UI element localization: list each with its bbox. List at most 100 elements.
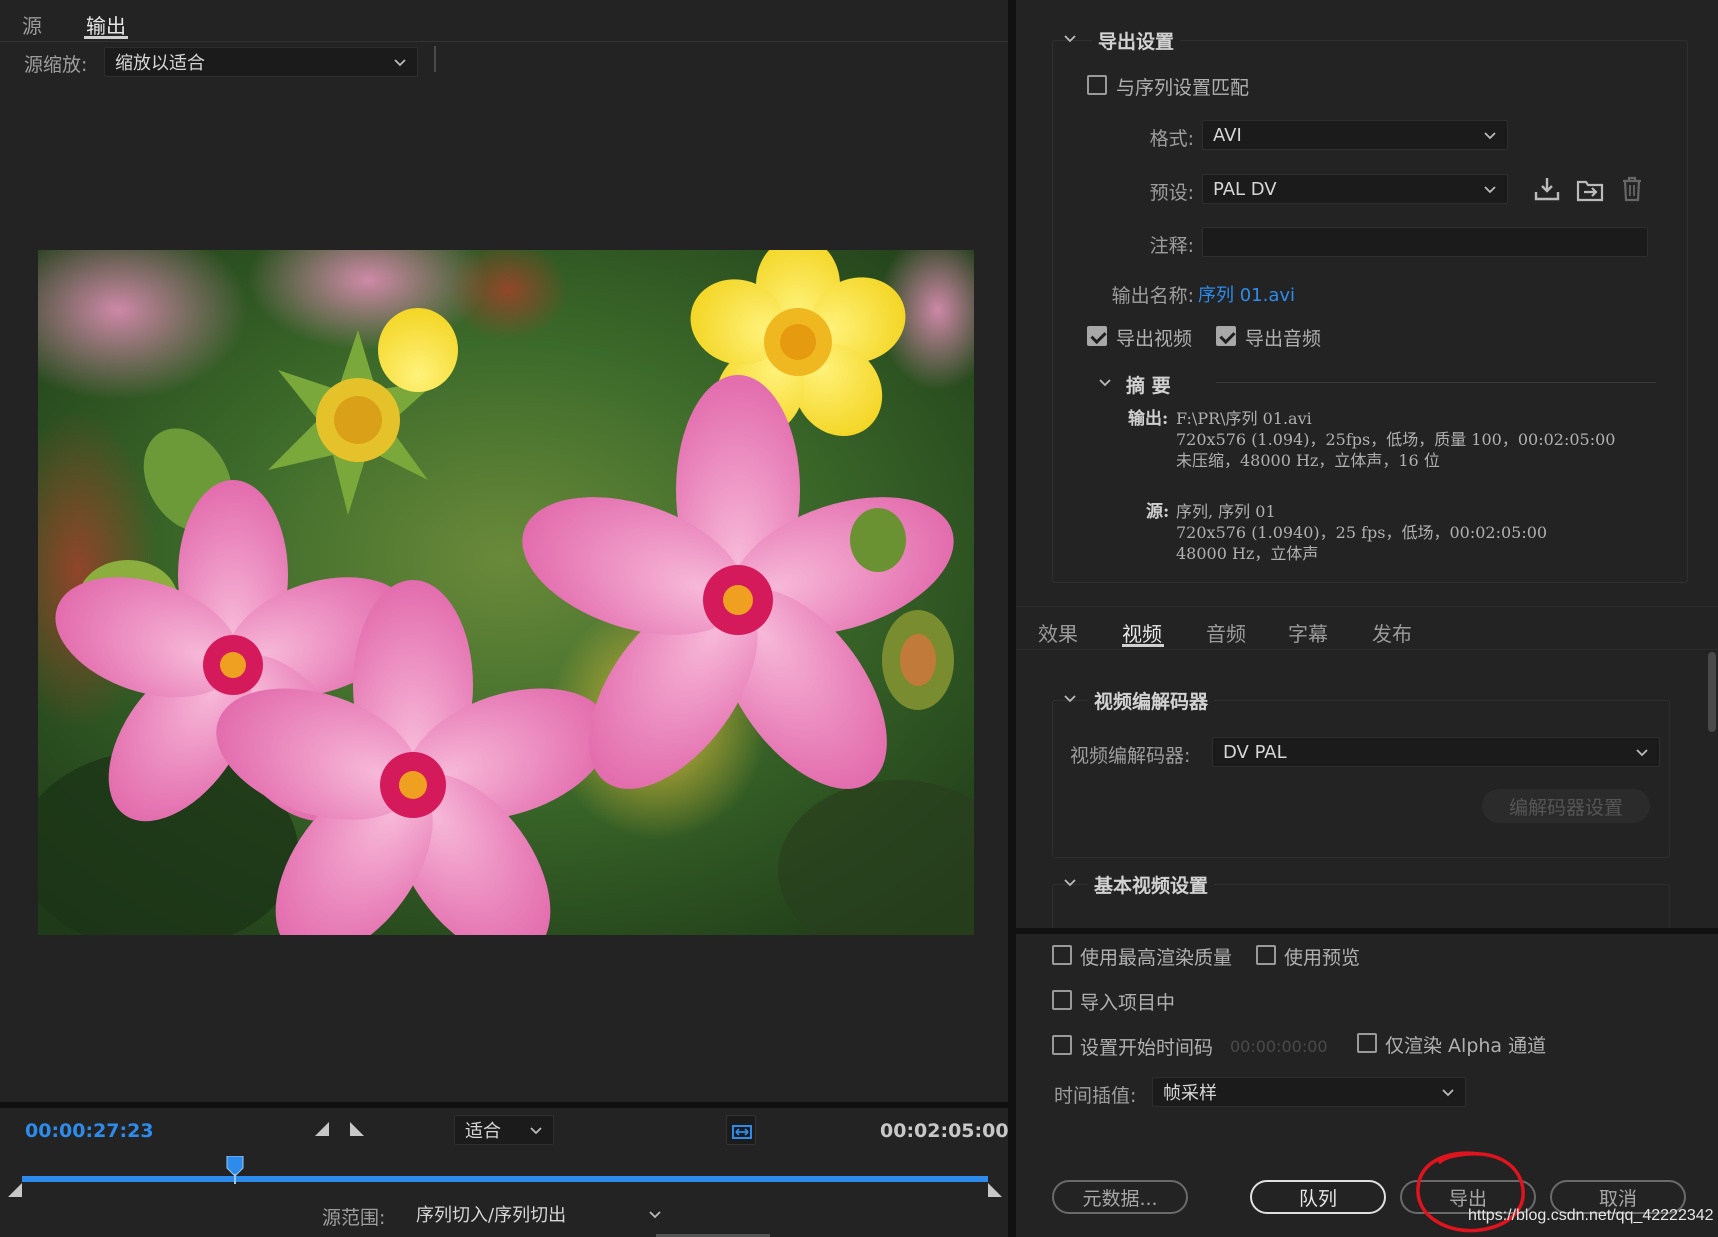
- tab-captions[interactable]: 字幕: [1288, 618, 1328, 647]
- max-render-quality-checkbox[interactable]: [1052, 945, 1072, 965]
- video-codec-title: 视频编解码器: [1088, 687, 1215, 714]
- time-interpolation-value: 帧采样: [1163, 1083, 1217, 1104]
- delete-preset-icon[interactable]: [1620, 176, 1644, 202]
- tabs-top-border: [1016, 606, 1718, 607]
- tab-output[interactable]: 输出: [86, 10, 126, 39]
- summary-title: 摘 要: [1126, 375, 1171, 397]
- fit-value: 适合: [465, 1121, 501, 1142]
- source-range-value: 序列切入/序列切出: [416, 1205, 567, 1226]
- summary-divider: [1216, 382, 1656, 383]
- save-preset-icon[interactable]: [1534, 176, 1560, 202]
- tab-video-underline: [1122, 644, 1164, 647]
- video-codec-dropdown[interactable]: DV PAL: [1212, 737, 1660, 767]
- panel-divider: [1008, 0, 1016, 1237]
- in-point-marker-icon[interactable]: [8, 1183, 24, 1199]
- tab-source[interactable]: 源: [22, 10, 42, 39]
- export-video-label: 导出视频: [1116, 328, 1193, 350]
- output-name-link[interactable]: 序列 01.avi: [1198, 281, 1295, 307]
- use-previews-checkbox[interactable]: [1256, 945, 1276, 965]
- tab-bar-divider: [0, 41, 1008, 42]
- summary-output-key: 输出:: [1128, 409, 1169, 429]
- chevron-down-icon: [1484, 132, 1496, 140]
- start-timecode-value[interactable]: 00:00:00:00: [1230, 1037, 1328, 1056]
- output-preview-image: [38, 250, 974, 935]
- format-value: AVI: [1213, 124, 1242, 146]
- source-range-dropdown[interactable]: 序列切入/序列切出: [405, 1198, 673, 1230]
- export-settings-panel: 导出设置 与序列设置匹配 格式: AVI 预设: PAL DV 注释: 输出名称…: [1016, 0, 1718, 1237]
- tab-publish[interactable]: 发布: [1372, 618, 1412, 647]
- chevron-down-icon: [649, 1211, 661, 1219]
- export-audio-label: 导出音频: [1245, 328, 1322, 350]
- toolbar-separator: [434, 46, 436, 72]
- summary-source-key: 源:: [1146, 502, 1170, 522]
- format-label: 格式:: [1149, 128, 1194, 150]
- summary-source-line: 48000 Hz，立体声: [1176, 544, 1319, 563]
- source-scale-label: 源缩放:: [24, 54, 88, 76]
- fit-dropdown[interactable]: 适合: [454, 1115, 554, 1145]
- chevron-down-icon[interactable]: [1063, 33, 1077, 43]
- video-codec-box: [1052, 700, 1670, 858]
- import-into-project-checkbox[interactable]: [1052, 990, 1072, 1010]
- match-sequence-checkbox[interactable]: [1087, 75, 1107, 95]
- tab-audio[interactable]: 音频: [1206, 618, 1246, 647]
- set-start-timecode-label: 设置开始时间码: [1080, 1037, 1214, 1059]
- preset-label: 预设:: [1149, 182, 1194, 204]
- preset-value: PAL DV: [1213, 178, 1277, 200]
- bottom-divider: [1016, 928, 1718, 934]
- watermark-text: https://blog.csdn.net/qq_42222342: [1468, 1207, 1714, 1224]
- tabs-bottom-border: [1016, 649, 1718, 650]
- timeline-scrub-bar[interactable]: [22, 1176, 988, 1182]
- set-out-point-icon[interactable]: [348, 1120, 366, 1138]
- output-name-label: 输出名称:: [1111, 285, 1194, 307]
- chevron-down-icon: [394, 59, 406, 67]
- time-interpolation-label: 时间插值:: [1054, 1085, 1137, 1107]
- summary-output-line: 未压缩，48000 Hz，立体声，16 位: [1176, 451, 1440, 470]
- set-start-timecode-checkbox[interactable]: [1052, 1035, 1072, 1055]
- source-output-panel: 源 输出 源缩放: 缩放以适合 00:00:27:23 适合 00:02:05:…: [0, 0, 1009, 1237]
- basic-video-title: 基本视频设置: [1088, 871, 1215, 898]
- chevron-down-icon[interactable]: [1063, 877, 1077, 887]
- video-codec-label: 视频编解码器:: [1070, 745, 1191, 767]
- out-point-marker-icon[interactable]: [986, 1183, 1002, 1199]
- source-scale-value: 缩放以适合: [115, 53, 205, 74]
- chevron-down-icon[interactable]: [1098, 377, 1112, 387]
- set-in-point-icon[interactable]: [313, 1120, 331, 1138]
- import-into-project-label: 导入项目中: [1080, 992, 1176, 1014]
- time-interpolation-dropdown[interactable]: 帧采样: [1152, 1077, 1466, 1107]
- aspect-ratio-icon: [732, 1125, 752, 1139]
- chevron-down-icon: [530, 1127, 542, 1135]
- current-time[interactable]: 00:00:27:23: [25, 1120, 154, 1142]
- codec-settings-button[interactable]: 编解码器设置: [1482, 789, 1650, 823]
- metadata-button[interactable]: 元数据...: [1052, 1180, 1188, 1214]
- source-range-label: 源范围:: [322, 1207, 386, 1229]
- tab-video[interactable]: 视频: [1122, 618, 1162, 647]
- export-video-checkbox[interactable]: [1087, 326, 1107, 346]
- render-alpha-only-label: 仅渲染 Alpha 通道: [1385, 1035, 1547, 1057]
- tab-effects[interactable]: 效果: [1038, 618, 1078, 647]
- max-render-quality-label: 使用最高渲染质量: [1080, 947, 1233, 969]
- chevron-down-icon: [1484, 186, 1496, 194]
- playhead-icon: [226, 1155, 244, 1184]
- match-sequence-label: 与序列设置匹配: [1116, 77, 1250, 99]
- playhead[interactable]: [225, 1155, 245, 1189]
- source-scale-dropdown[interactable]: 缩放以适合: [104, 47, 418, 77]
- tab-active-underline: [84, 36, 128, 39]
- chevron-down-icon: [1442, 1089, 1454, 1097]
- video-codec-value: DV PAL: [1223, 741, 1287, 763]
- timeline-divider: [0, 1102, 1008, 1108]
- comments-input[interactable]: [1202, 227, 1648, 257]
- comments-label: 注释:: [1149, 235, 1194, 257]
- duration-time: 00:02:05:00: [880, 1120, 1009, 1142]
- export-settings-title: 导出设置: [1092, 27, 1181, 54]
- export-audio-checkbox[interactable]: [1216, 326, 1236, 346]
- aspect-correction-button[interactable]: [726, 1115, 756, 1145]
- format-dropdown[interactable]: AVI: [1202, 120, 1508, 150]
- import-preset-icon[interactable]: [1576, 176, 1604, 202]
- render-alpha-only-checkbox[interactable]: [1357, 1033, 1377, 1053]
- settings-scrollbar-thumb[interactable]: [1708, 652, 1716, 732]
- use-previews-label: 使用预览: [1284, 947, 1361, 969]
- chevron-down-icon: [1636, 749, 1648, 757]
- preset-dropdown[interactable]: PAL DV: [1202, 174, 1508, 204]
- queue-button[interactable]: 队列: [1250, 1180, 1386, 1214]
- chevron-down-icon[interactable]: [1063, 693, 1077, 703]
